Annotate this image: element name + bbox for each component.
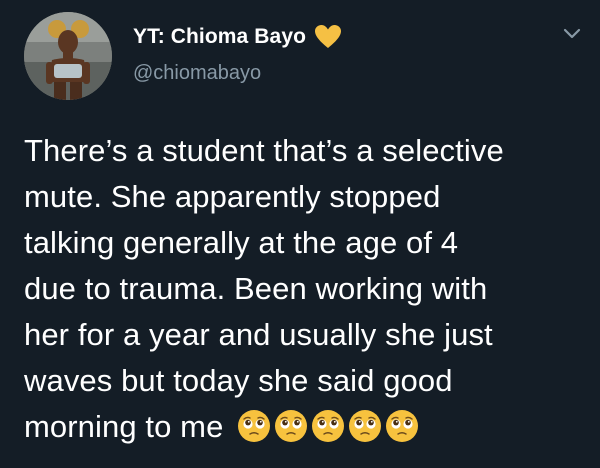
tweet-text: There’s a student that’s a selective mut…: [24, 128, 584, 450]
pleading-face-icon: [386, 410, 419, 442]
yellow-heart-icon: [315, 25, 342, 48]
author-name-row[interactable]: YT: Chioma Bayo: [133, 22, 342, 52]
tweet-line: waves but today she said good: [24, 363, 453, 398]
tweet-line: morning to me: [24, 409, 224, 444]
pleading-face-icon: [238, 410, 271, 442]
tweet-line: There’s a student that’s a selective: [24, 133, 504, 168]
tweet-card: YT: Chioma Bayo @chiomabayo There’s a st…: [0, 0, 600, 468]
tweet-line: mute. She apparently stopped: [24, 179, 441, 214]
tweet-line: her for a year and usually she just: [24, 317, 493, 352]
pleading-face-icon: [312, 410, 345, 442]
avatar-photo: [24, 12, 112, 100]
pleading-face-icon: [349, 410, 382, 442]
display-name[interactable]: YT: Chioma Bayo: [133, 25, 306, 49]
tweet-line: talking generally at the age of 4: [24, 225, 459, 260]
pleading-face-icon: [275, 410, 308, 442]
tweet-line: due to trauma. Been working with: [24, 271, 488, 306]
tweet-last-line: morning to me: [24, 404, 584, 450]
avatar[interactable]: [24, 12, 112, 100]
chevron-down-icon[interactable]: [562, 26, 582, 40]
author-handle[interactable]: @chiomabayo: [133, 62, 261, 85]
emoji-row: [237, 409, 419, 443]
